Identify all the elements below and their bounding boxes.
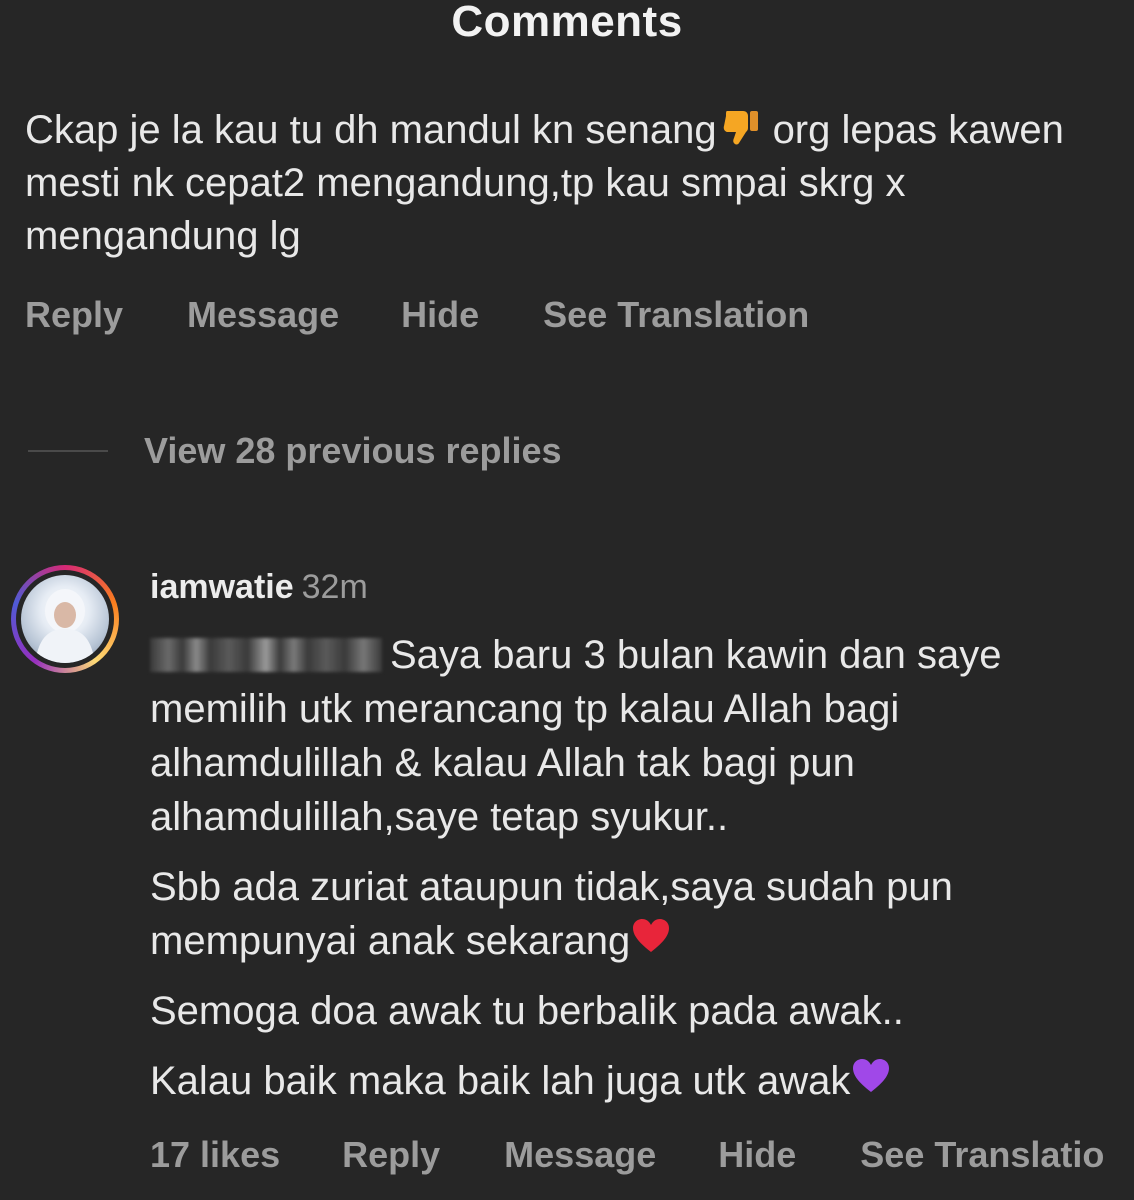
page-title: Comments xyxy=(451,0,683,46)
reply-username[interactable]: iamwatie xyxy=(150,568,294,606)
avatar-image xyxy=(21,575,109,663)
reply-timestamp: 32m xyxy=(301,568,368,606)
view-previous-replies[interactable]: View 28 previous replies xyxy=(28,430,562,472)
redacted-mention xyxy=(150,638,382,672)
hide-button[interactable]: Hide xyxy=(718,1134,796,1176)
red-heart-icon xyxy=(632,918,670,961)
purple-heart-icon xyxy=(852,1058,890,1101)
thumbs-down-icon xyxy=(721,107,761,154)
view-replies-label[interactable]: View 28 previous replies xyxy=(144,430,562,472)
comment-actions: Reply Message Hide See Translation xyxy=(25,294,809,336)
reply-header: iamwatie 32m xyxy=(150,568,368,607)
reply-button[interactable]: Reply xyxy=(342,1134,440,1176)
reply-paragraph-1: Saya baru 3 bulan kawin dan saye memilih… xyxy=(150,633,1002,839)
see-translation-button[interactable]: See Translatio xyxy=(860,1134,1104,1176)
message-button[interactable]: Message xyxy=(187,294,339,336)
comments-screen: Comments Ckap je la kau tu dh mandul kn … xyxy=(0,0,1134,1200)
reply-body: Saya baru 3 bulan kawin dan saye memilih… xyxy=(150,628,1120,1124)
reply-paragraph-4: Kalau baik maka baik lah juga utk awak xyxy=(150,1054,1120,1108)
message-button[interactable]: Message xyxy=(504,1134,656,1176)
divider xyxy=(28,450,108,452)
hide-button[interactable]: Hide xyxy=(401,294,479,336)
reply-actions: 17 likes Reply Message Hide See Translat… xyxy=(150,1134,1104,1176)
reply-paragraph-3: Semoga doa awak tu berbalik pada awak.. xyxy=(150,989,904,1033)
reply-paragraph-2: Sbb ada zuriat ataupun tidak,saya sudah … xyxy=(150,865,953,963)
reply-button[interactable]: Reply xyxy=(25,294,123,336)
avatar[interactable] xyxy=(11,565,119,673)
see-translation-button[interactable]: See Translation xyxy=(543,294,809,336)
likes-count[interactable]: 17 likes xyxy=(150,1134,280,1176)
parent-comment: Ckap je la kau tu dh mandul kn senang or… xyxy=(25,104,1115,263)
comment-text-part-1: Ckap je la kau tu dh mandul kn senang xyxy=(25,108,717,152)
